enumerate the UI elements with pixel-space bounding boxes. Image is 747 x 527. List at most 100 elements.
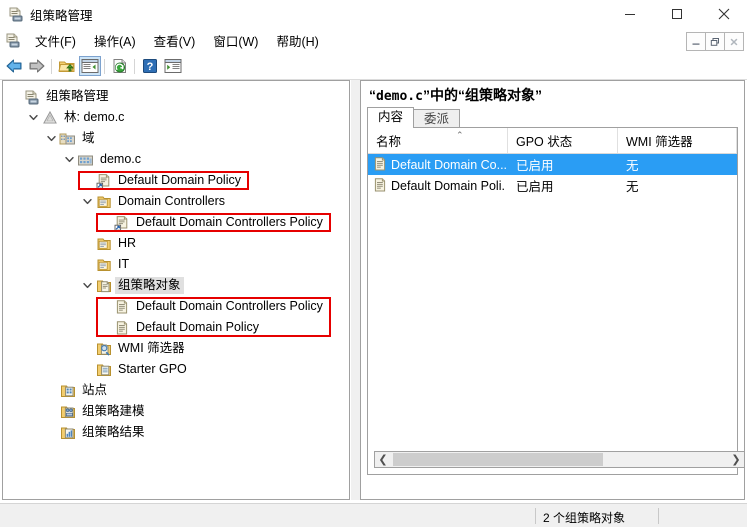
results-icon [59, 425, 76, 441]
gpo-icon [113, 320, 130, 336]
column-header-gpo-status[interactable]: GPO 状态 [508, 128, 618, 153]
tree-twisty-placeholder [97, 215, 113, 231]
column-header-wmi-filter[interactable]: WMI 筛选器 [618, 128, 737, 153]
tree-node-starter-gpos[interactable]: Starter GPO [3, 359, 190, 380]
toolbar-divider-2 [104, 59, 105, 74]
details-title: “demo.c”中的“组策略对象” [369, 85, 542, 105]
ou-icon [95, 236, 112, 252]
sites-icon [59, 383, 76, 399]
gpmc-console-icon [8, 6, 24, 22]
gpmc-console-icon [23, 89, 40, 105]
horizontal-scrollbar[interactable]: ❮ ❯ [374, 451, 744, 468]
chevron-down-icon[interactable] [25, 110, 41, 126]
tree-node-label: WMI 筛选器 [118, 341, 185, 355]
tree-node-domains[interactable]: 域 [3, 128, 98, 149]
gpo-container-icon [95, 278, 112, 294]
tree-node-forest[interactable]: 林: demo.c [3, 107, 127, 128]
table-row[interactable]: Default Domain Poli... 已启用 无 [368, 175, 737, 196]
tree-node-label: 站点 [82, 383, 108, 397]
tree-twisty-placeholder [7, 89, 23, 105]
tab-contents[interactable]: 内容 [367, 107, 415, 128]
console-tree-pane[interactable]: 组策略管理林: demo.c 域 demo.c Default Domain Poli… [2, 80, 350, 500]
tree-node-group-policy-objects[interactable]: 组策略对象 [3, 275, 184, 296]
svg-text:?: ? [147, 61, 154, 73]
tree-node-ou-hr[interactable]: HR [3, 233, 139, 254]
window-close-button[interactable] [701, 0, 747, 28]
details-title-suffix: ”中的“组策略对象” [422, 87, 542, 103]
tree-node-label: 组策略结果 [82, 425, 145, 439]
gpo-list-view[interactable]: 名称 ⌃ GPO 状态 WMI 筛选器 Default Domain Co...… [367, 127, 744, 475]
tree-twisty-placeholder [43, 383, 59, 399]
tree-node-sites[interactable]: 站点 [3, 380, 110, 401]
menu-window[interactable]: 窗口(W) [204, 29, 267, 52]
chevron-down-icon[interactable] [43, 131, 59, 147]
gpmc-window: 组策略管理 文件(F) 操作(A) 查看(V) 窗口(W) 帮助(H) ? 组策… [0, 0, 747, 527]
status-bar: 2 个组策略对象 [0, 503, 747, 527]
window-maximize-button[interactable] [654, 0, 700, 28]
tree-node-label: Default Domain Policy [118, 173, 241, 187]
tree-node-ou-it[interactable]: IT [3, 254, 132, 275]
cell-status: 已启用 [516, 180, 554, 194]
details-title-domain: demo.c [376, 89, 423, 104]
window-title: 组策略管理 [30, 9, 93, 23]
toolbar: ? [0, 53, 747, 80]
tree-node-label: Default Domain Policy [136, 320, 259, 334]
tree-node-default-domain-policy-link[interactable]: Default Domain Policy [3, 170, 244, 191]
gpo-icon [372, 156, 388, 172]
tree-node-domain-democ[interactable]: demo.c [3, 149, 144, 170]
scrollbar-thumb[interactable] [393, 453, 603, 466]
column-header-name[interactable]: 名称 ⌃ [368, 128, 508, 153]
menu-item-list: 文件(F) 操作(A) 查看(V) 窗口(W) 帮助(H) [26, 28, 328, 53]
mdi-minimize-button[interactable] [686, 32, 706, 51]
chevron-down-icon[interactable] [61, 152, 77, 168]
details-tabstrip: 内容 委派 [367, 107, 461, 128]
help-button[interactable]: ? [139, 56, 161, 76]
menu-file[interactable]: 文件(F) [26, 29, 85, 52]
mdi-restore-button[interactable] [705, 32, 725, 51]
tree-twisty-placeholder [97, 299, 113, 315]
ou-icon [95, 194, 112, 210]
properties-button[interactable] [162, 56, 184, 76]
toolbar-divider-1 [51, 59, 52, 74]
title-bar: 组策略管理 [0, 0, 747, 28]
table-row[interactable]: Default Domain Co... 已启用 无 [368, 154, 737, 175]
tree-node-wmi-filters[interactable]: WMI 筛选器 [3, 338, 188, 359]
refresh-button[interactable] [109, 56, 131, 76]
scroll-left-arrow[interactable]: ❮ [375, 452, 391, 467]
menu-view[interactable]: 查看(V) [145, 29, 205, 52]
pane-splitter[interactable] [351, 80, 360, 500]
scroll-right-arrow[interactable]: ❯ [728, 452, 744, 467]
chevron-down-icon[interactable] [79, 194, 95, 210]
tree-node-gpo-default-dc-policy[interactable]: Default Domain Controllers Policy [3, 296, 326, 317]
up-one-level-button[interactable] [56, 56, 78, 76]
show-hide-tree-button[interactable] [79, 56, 101, 76]
gpo-link-icon [95, 173, 112, 189]
forward-button[interactable] [26, 56, 48, 76]
tree-node-label: 域 [82, 131, 95, 145]
tree-node-default-dc-policy-link[interactable]: Default Domain Controllers Policy [3, 212, 326, 233]
cell-wmi: 无 [626, 159, 639, 173]
tree-node-label: IT [118, 257, 130, 271]
tree-twisty-placeholder [79, 362, 95, 378]
cell-wmi: 无 [626, 180, 639, 194]
tree-node-gp-modeling[interactable]: 组策略建模 [3, 401, 148, 422]
details-pane: “demo.c”中的“组策略对象” 内容 委派 名称 ⌃ GPO 状态 WMI … [360, 80, 745, 500]
modeling-icon [59, 404, 76, 420]
menu-help[interactable]: 帮助(H) [267, 29, 327, 52]
mdi-close-button[interactable] [724, 32, 744, 51]
tree-node-label: Starter GPO [118, 362, 187, 376]
chevron-down-icon[interactable] [79, 278, 95, 294]
tree-node-gpo-default-domain-policy[interactable]: Default Domain Policy [3, 317, 262, 338]
cell-name: Default Domain Poli... [391, 178, 506, 193]
tree-node-gp-results[interactable]: 组策略结果 [3, 422, 148, 443]
tab-delegation[interactable]: 委派 [413, 109, 461, 128]
tree-twisty-placeholder [79, 257, 95, 273]
tree-node-gpmc-root[interactable]: 组策略管理 [3, 86, 112, 107]
tree-node-ou-domain-controllers[interactable]: Domain Controllers [3, 191, 228, 212]
window-minimize-button[interactable] [607, 0, 653, 28]
sort-ascending-icon: ⌃ [456, 130, 464, 140]
back-button[interactable] [3, 56, 25, 76]
tree-node-label: 组策略建模 [82, 404, 145, 418]
menu-action[interactable]: 操作(A) [85, 29, 145, 52]
tree-node-label: 组策略管理 [46, 89, 109, 103]
